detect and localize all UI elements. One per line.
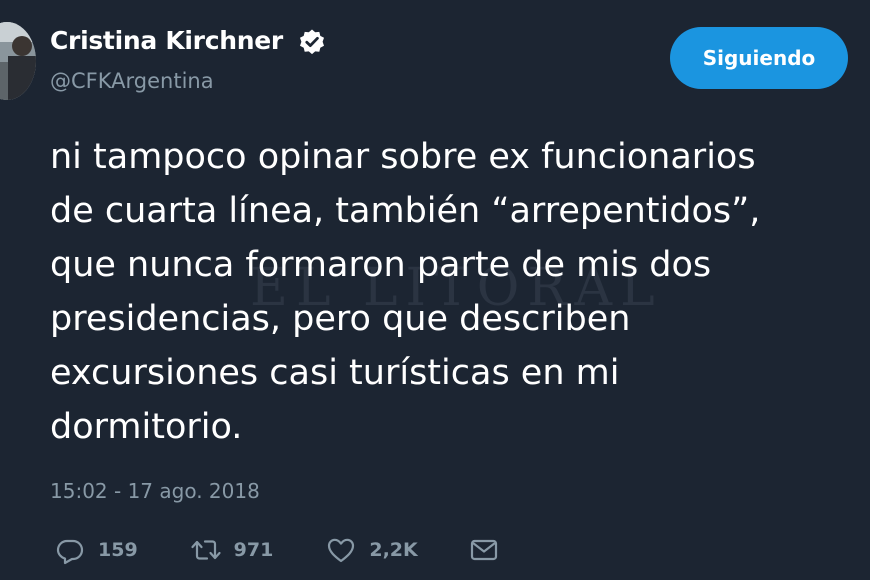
display-name[interactable]: Cristina Kirchner <box>50 24 283 58</box>
reply-bubble-icon <box>56 539 84 565</box>
like-button[interactable]: 2,2K <box>325 534 418 566</box>
verified-badge-icon <box>300 29 324 55</box>
heart-icon <box>328 538 355 563</box>
reply-button[interactable]: 159 <box>54 534 138 566</box>
retweet-icon <box>191 540 221 560</box>
envelope-icon <box>470 539 497 561</box>
retweet-count: 971 <box>233 539 274 561</box>
like-count: 2,2K <box>369 539 418 561</box>
tweet-card: Cristina Kirchner @CFKArgentina Siguiend… <box>0 0 870 580</box>
reply-count: 159 <box>98 539 138 561</box>
direct-message-button[interactable] <box>468 534 500 566</box>
following-button[interactable]: Siguiendo <box>670 27 848 89</box>
tweet-timestamp[interactable]: 15:02 - 17 ago. 2018 <box>50 476 260 506</box>
retweet-button[interactable]: 971 <box>190 534 274 566</box>
avatar[interactable] <box>0 22 36 100</box>
tweet-text: ni tampoco opinar sobre ex funcionarios … <box>50 137 761 447</box>
user-handle[interactable]: @CFKArgentina <box>50 66 214 96</box>
avatar-photo <box>0 22 36 100</box>
tweet-actions: 159 971 2,2K <box>54 532 500 568</box>
